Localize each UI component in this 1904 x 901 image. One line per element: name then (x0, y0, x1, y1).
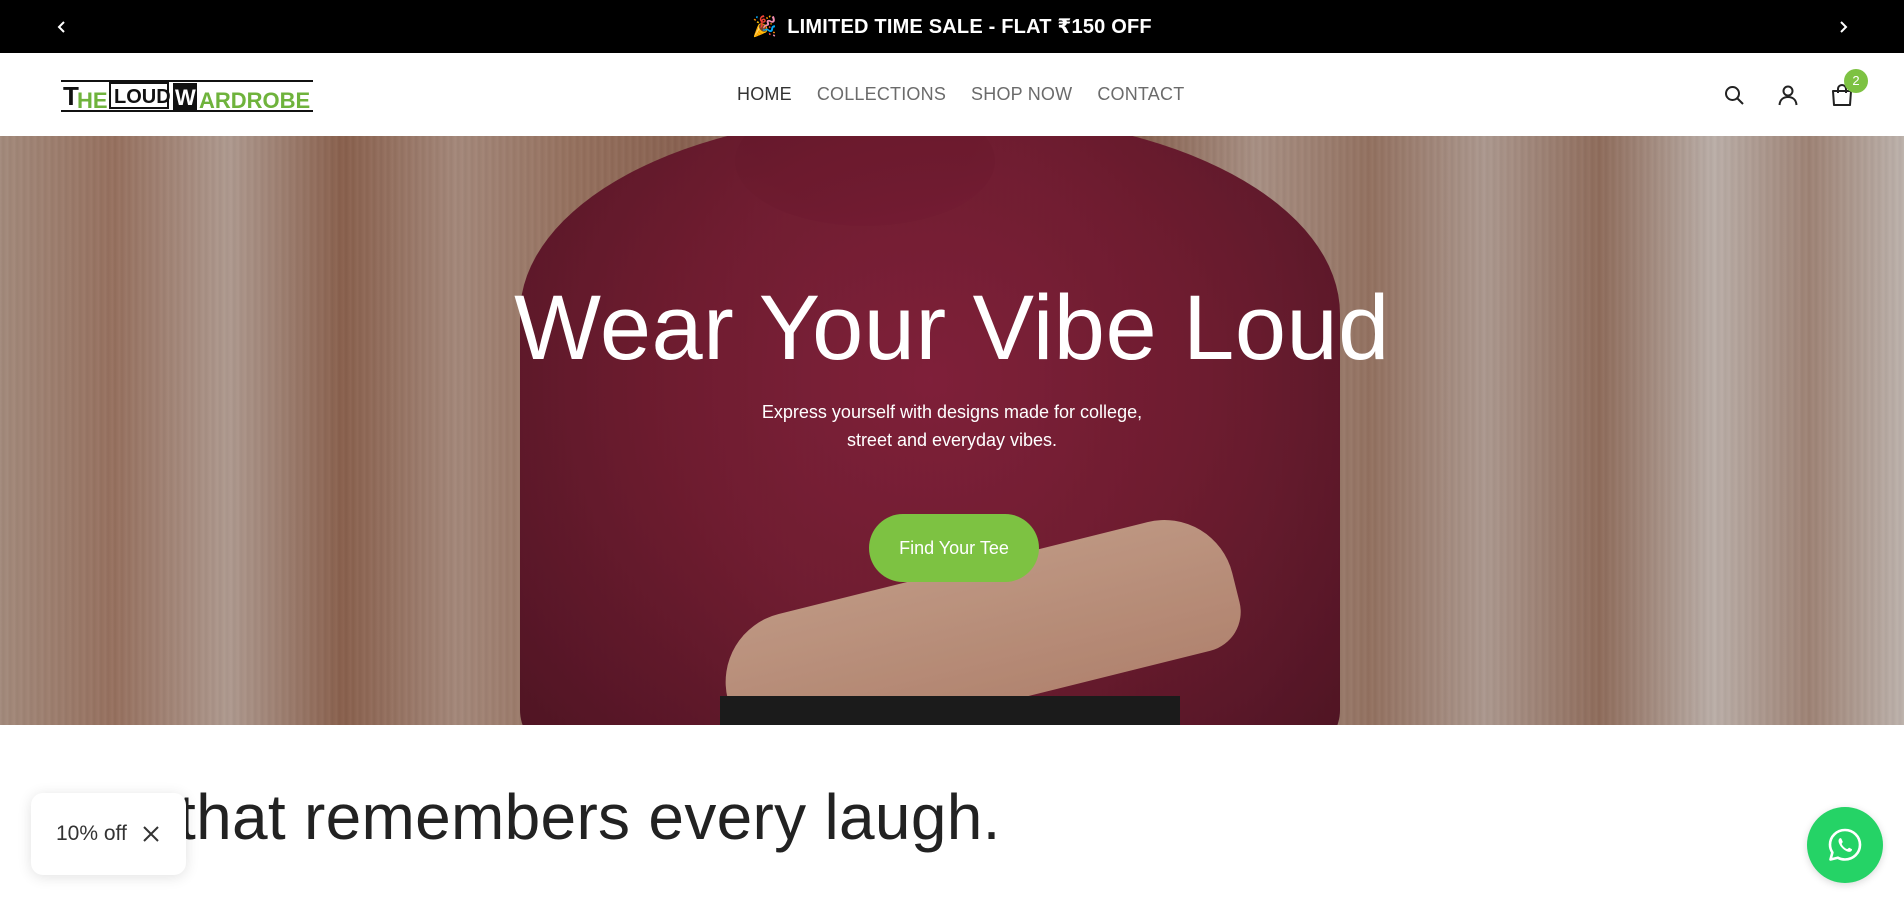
whatsapp-icon (1828, 828, 1862, 861)
main-nav: HOME COLLECTIONS SHOP NOW CONTACT (737, 53, 1184, 136)
account-icon (1778, 85, 1798, 105)
hero-banner: Wear Your Vibe Loud Express yourself wit… (0, 136, 1904, 725)
announcement-message: 🎉 LIMITED TIME SALE - FLAT ₹150 OFF (752, 14, 1152, 39)
chevron-right-icon (1839, 20, 1847, 33)
hero-content: Wear Your Vibe Loud Express yourself wit… (0, 136, 1904, 725)
announcement-prev-button[interactable] (35, 0, 88, 53)
search-button[interactable] (1722, 83, 1746, 107)
header-icons: 2 (1722, 53, 1868, 136)
cart-button[interactable]: 2 (1830, 68, 1868, 107)
chevron-left-icon (57, 20, 65, 33)
discount-popup: 10% off (31, 793, 186, 875)
account-button[interactable] (1776, 83, 1800, 107)
nav-collections[interactable]: COLLECTIONS (817, 84, 946, 105)
hero-title: Wear Your Vibe Loud (514, 277, 1390, 379)
nav-shop-now[interactable]: SHOP NOW (971, 84, 1072, 105)
nav-contact[interactable]: CONTACT (1097, 84, 1184, 105)
whatsapp-button[interactable] (1807, 807, 1883, 883)
discount-label[interactable]: 10% off (56, 822, 127, 846)
hero-subtitle-line1: Express yourself with designs made for c… (761, 402, 1143, 422)
nav-home[interactable]: HOME (737, 84, 792, 105)
svg-text:HE: HE (77, 88, 108, 113)
section-tagline: that remembers every laugh. (178, 781, 1001, 853)
site-logo[interactable]: T HE LOUD W ARDROBE (61, 79, 313, 113)
site-header: T HE LOUD W ARDROBE HOME COLLECTIONS SHO… (0, 53, 1904, 136)
search-icon (1725, 85, 1744, 105)
announcement-bar: 🎉 LIMITED TIME SALE - FLAT ₹150 OFF (0, 0, 1904, 53)
close-icon[interactable] (141, 824, 161, 844)
hero-subtitle: Express yourself with designs made for c… (0, 398, 1904, 454)
cart-count-badge: 2 (1844, 68, 1868, 93)
find-your-tee-button[interactable]: Find Your Tee (869, 514, 1039, 582)
logo-wordmark: T HE LOUD W ARDROBE (61, 80, 313, 113)
party-popper-icon: 🎉 (752, 16, 778, 38)
svg-text:LOUD: LOUD (114, 86, 171, 108)
announcement-next-button[interactable] (1816, 0, 1869, 53)
hero-subtitle-line2: street and everyday vibes. (846, 430, 1058, 450)
svg-text:ARDROBE: ARDROBE (199, 88, 310, 113)
svg-text:W: W (175, 85, 196, 110)
announcement-text: LIMITED TIME SALE - FLAT ₹150 OFF (787, 16, 1152, 38)
